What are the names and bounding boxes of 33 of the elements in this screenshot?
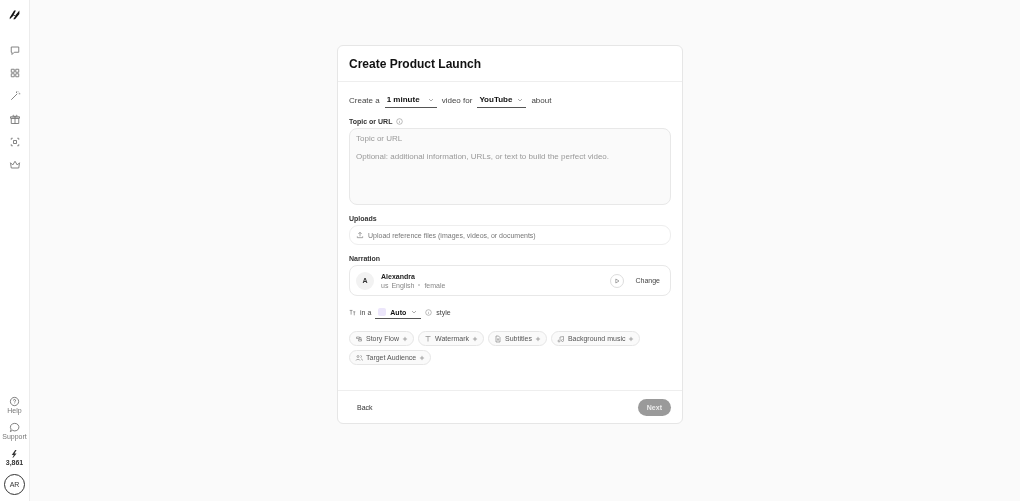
scan-icon[interactable] <box>8 136 21 148</box>
plus-icon <box>628 335 635 342</box>
play-button[interactable] <box>610 273 625 288</box>
doc-icon <box>494 334 503 343</box>
play-icon <box>613 276 622 285</box>
plus-icon <box>534 335 541 342</box>
wand-icon[interactable] <box>8 90 21 102</box>
plus-icon <box>419 354 426 361</box>
help-icon <box>9 396 20 407</box>
chat-icon[interactable] <box>8 44 21 56</box>
sentence-text: Create a <box>349 95 380 105</box>
plus-icon <box>472 335 479 342</box>
dialog-title: Create Product Launch <box>349 56 482 71</box>
flow-icon <box>355 334 363 343</box>
info-icon[interactable] <box>396 118 404 125</box>
style-swatch-icon <box>378 308 387 316</box>
music-icon <box>556 334 565 343</box>
duration-dropdown[interactable]: 1 minute <box>384 92 437 108</box>
style-icon <box>349 309 356 316</box>
plus-icon <box>402 335 409 342</box>
sentence-text: about <box>531 95 552 105</box>
info-icon[interactable] <box>425 309 433 316</box>
platform-dropdown[interactable]: YouTube <box>477 92 527 108</box>
text-icon <box>424 334 433 343</box>
grid-icon[interactable] <box>8 67 21 79</box>
chat-bubble-icon <box>9 422 20 433</box>
upload-icon <box>356 231 364 239</box>
gift-icon[interactable] <box>8 113 21 125</box>
people-icon <box>355 353 363 362</box>
caret-icon <box>410 308 419 316</box>
topic-field[interactable]: Topic or URL Optional: additional information, URLs, or text to build the perfect video. <box>349 128 671 205</box>
sentence-text: video for <box>441 95 473 105</box>
crown-icon[interactable] <box>8 159 21 171</box>
